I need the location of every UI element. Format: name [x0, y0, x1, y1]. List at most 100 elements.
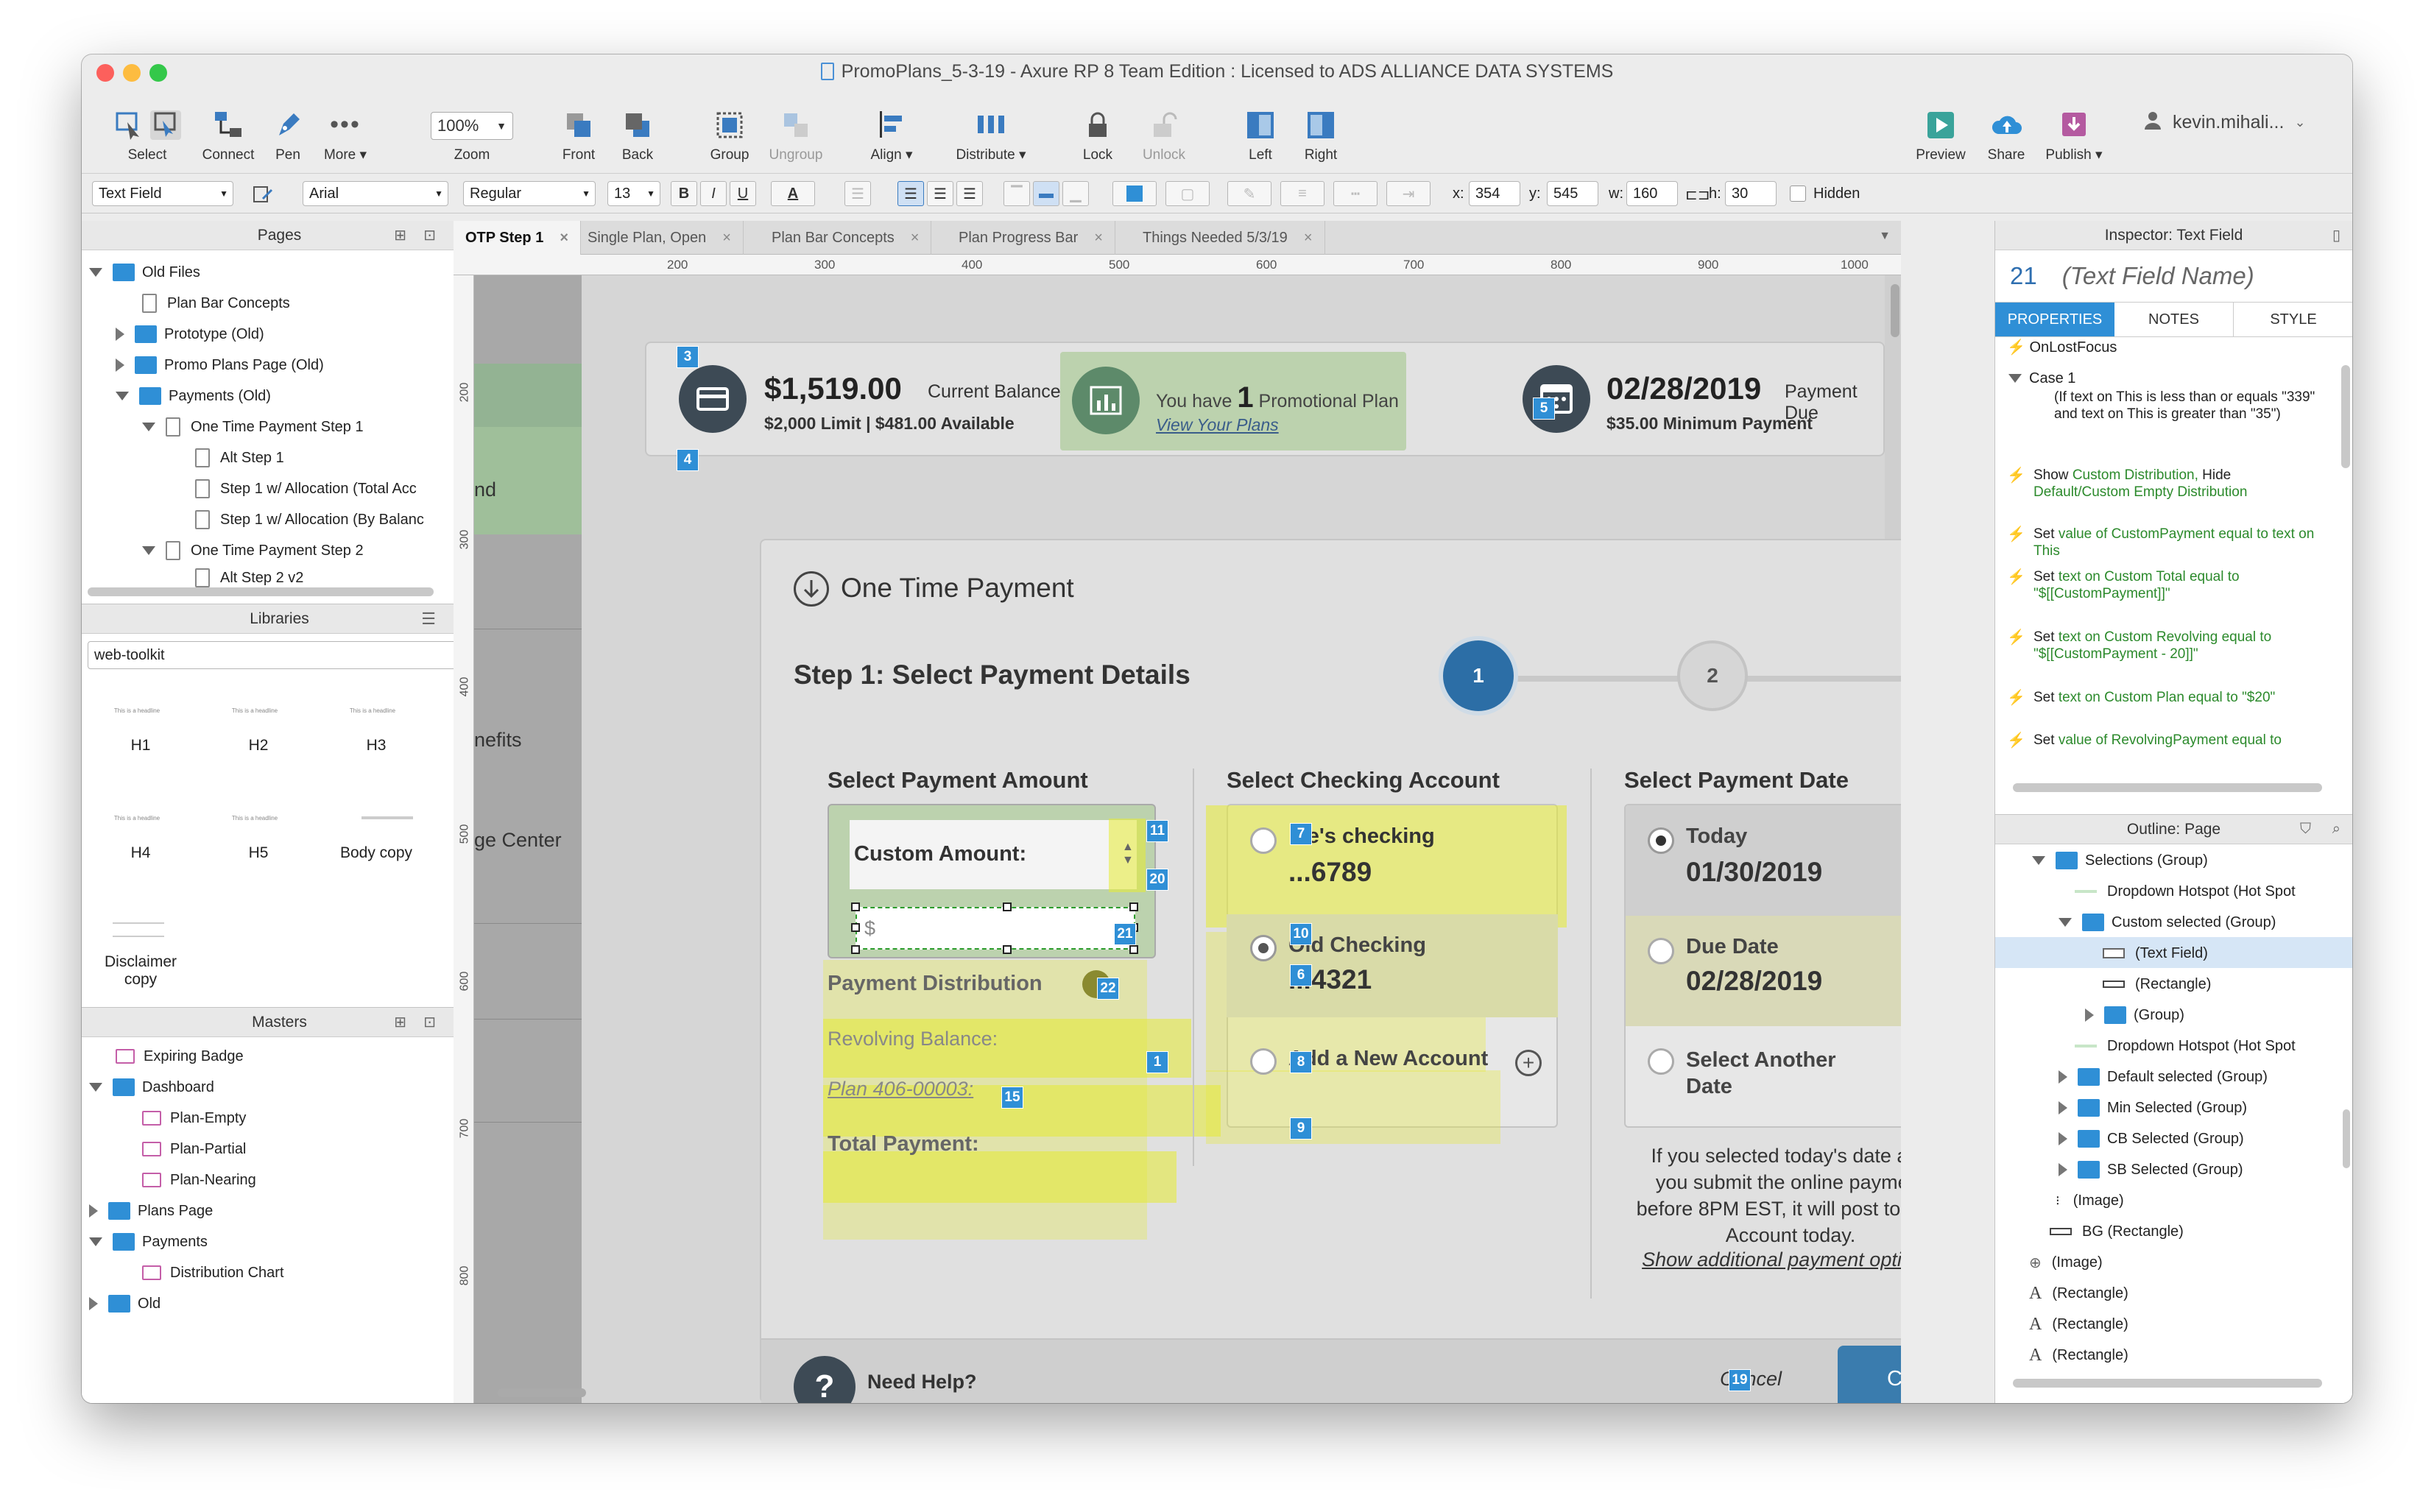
- view-left-button[interactable]: Left: [1235, 88, 1286, 174]
- footnote-badge[interactable]: 8: [1290, 1051, 1312, 1073]
- tree-item[interactable]: Step 1 w/ Allocation (By Balanc: [195, 505, 424, 534]
- tree-item[interactable]: Dashboard: [89, 1073, 214, 1102]
- outline-item[interactable]: ⊕ (Image): [2029, 1248, 2103, 1277]
- share-button[interactable]: Share: [1977, 88, 2036, 174]
- tree-item[interactable]: One Time Payment Step 2: [142, 536, 364, 565]
- resize-handle[interactable]: [1003, 902, 1012, 911]
- connect-tool[interactable]: Connect: [202, 88, 254, 174]
- footnote-badge[interactable]: 3: [677, 346, 699, 368]
- add-page-icon[interactable]: ⊞: [394, 226, 406, 244]
- tree-item[interactable]: Plan-Nearing: [142, 1165, 256, 1195]
- close-tab-icon[interactable]: ×: [911, 230, 920, 247]
- library-item-h4[interactable]: H4: [82, 844, 200, 862]
- footnote-badge[interactable]: 4: [677, 449, 699, 471]
- close-tab-icon[interactable]: ×: [1094, 230, 1103, 247]
- menu-icon[interactable]: ☰: [421, 610, 436, 629]
- library-item-disclaimer[interactable]: Disclaimer copy: [96, 953, 185, 989]
- outline-item[interactable]: (Text Field): [2103, 939, 2208, 968]
- outline-item[interactable]: Dropdown Hotspot (Hot Spot: [2075, 1031, 2296, 1061]
- zoom-control[interactable]: 100% ▼ Zoom: [428, 88, 516, 174]
- publish-menu[interactable]: Publish ▾: [2037, 88, 2111, 174]
- bring-front-button[interactable]: Front: [553, 88, 604, 174]
- footnote-badge[interactable]: 6: [1290, 964, 1312, 986]
- tabs-overflow-icon[interactable]: ▼: [1879, 230, 1891, 243]
- event-row[interactable]: ⚡ OnLostFocus: [2007, 339, 2341, 356]
- resize-handle[interactable]: [851, 902, 860, 911]
- tab-plan-progress-bar[interactable]: Plan Progress Bar ×: [947, 221, 1115, 255]
- tree-item[interactable]: Expiring Badge: [116, 1042, 244, 1071]
- tab-things-needed[interactable]: Things Needed 5/3/19 ×: [1131, 221, 1325, 255]
- canvas-vertical-scrollbar[interactable]: [1891, 284, 1899, 337]
- italic-button[interactable]: I: [700, 181, 727, 206]
- another-date-radio[interactable]: [1648, 1048, 1674, 1075]
- footnote-badge[interactable]: 5: [1533, 398, 1555, 420]
- plan-link[interactable]: Plan 406-00003:: [828, 1078, 973, 1101]
- font-weight-select[interactable]: Regular ▼: [463, 181, 596, 206]
- outline-item[interactable]: A (Rectangle): [2029, 1279, 2128, 1308]
- footnote-badge[interactable]: 15: [1001, 1087, 1023, 1109]
- close-tab-icon[interactable]: ×: [722, 230, 731, 247]
- design-canvas[interactable]: OTP Step 1 × Single Plan, Open × Plan Bar …: [454, 221, 1901, 1403]
- action-row[interactable]: Show Custom Distribution, Hide Default/C…: [2033, 467, 2328, 501]
- style-edit-icon[interactable]: [253, 184, 273, 208]
- inspector-scrollbar[interactable]: [2341, 365, 2350, 468]
- outline-item[interactable]: Custom selected (Group): [2059, 908, 2276, 937]
- today-radio[interactable]: [1648, 827, 1674, 854]
- tab-style[interactable]: STYLE: [2234, 303, 2352, 336]
- line-color-button[interactable]: ✎: [1227, 181, 1271, 206]
- resize-handle[interactable]: [1129, 945, 1138, 954]
- ungroup-button[interactable]: Ungroup: [759, 88, 833, 174]
- close-tab-icon[interactable]: ×: [560, 230, 568, 247]
- shadow-button[interactable]: ▢: [1165, 181, 1210, 206]
- resize-handle[interactable]: [1003, 945, 1012, 954]
- tree-item[interactable]: Plan-Partial: [142, 1134, 246, 1164]
- close-tab-icon[interactable]: ×: [1304, 230, 1313, 247]
- lock-button[interactable]: Lock: [1076, 88, 1120, 174]
- valign-bottom-icon[interactable]: ▁: [1062, 181, 1089, 206]
- fill-color-button[interactable]: [1112, 181, 1157, 206]
- footnote-badge[interactable]: 20: [1146, 869, 1168, 891]
- resize-handle[interactable]: [1129, 902, 1138, 911]
- outline-item[interactable]: BG (Rectangle): [2050, 1217, 2184, 1246]
- footnote-badge[interactable]: 1: [1146, 1051, 1168, 1073]
- align-center-icon[interactable]: ☰: [927, 181, 953, 206]
- search-icon[interactable]: ⌕: [2332, 821, 2340, 838]
- zoom-window-button[interactable]: [149, 64, 167, 82]
- add-account-radio[interactable]: [1250, 1048, 1277, 1075]
- outline-item[interactable]: A (Rectangle): [2029, 1310, 2128, 1339]
- tree-item[interactable]: Alt Step 2 v2: [195, 567, 303, 589]
- send-back-button[interactable]: Back: [612, 88, 663, 174]
- account-1-radio[interactable]: [1250, 827, 1277, 854]
- library-item-h2[interactable]: H2: [200, 737, 317, 755]
- footnote-badge[interactable]: 21: [1114, 923, 1136, 945]
- tree-item[interactable]: Payments: [89, 1227, 208, 1257]
- notes-page-icon[interactable]: ▯: [2332, 226, 2340, 244]
- align-right-icon[interactable]: ☰: [956, 181, 983, 206]
- library-item-body-copy[interactable]: Body copy: [317, 844, 435, 862]
- align-menu[interactable]: Align ▾: [862, 88, 921, 174]
- font-family-select[interactable]: Arial ▼: [303, 181, 448, 206]
- user-menu[interactable]: kevin.mihali... ⌄: [2143, 110, 2306, 135]
- inspector-h-scrollbar[interactable]: [2013, 783, 2322, 792]
- tree-item[interactable]: Plan Bar Concepts: [142, 289, 290, 318]
- tree-item[interactable]: Distribution Chart: [142, 1258, 284, 1287]
- line-style-button[interactable]: ┅: [1333, 181, 1377, 206]
- width-input[interactable]: 160: [1626, 181, 1678, 206]
- outline-item[interactable]: SB Selected (Group): [2059, 1155, 2243, 1184]
- x-position-input[interactable]: 354: [1469, 181, 1520, 206]
- group-button[interactable]: Group: [700, 88, 759, 174]
- tab-single-plan-open[interactable]: Single Plan, Open ×: [576, 221, 744, 255]
- add-folder-icon[interactable]: ⊡: [423, 226, 436, 244]
- font-size-select[interactable]: 13 ▼: [607, 181, 660, 206]
- footnote-badge[interactable]: 9: [1290, 1117, 1312, 1140]
- library-item-h5[interactable]: H5: [200, 844, 317, 862]
- outline-item[interactable]: CB Selected (Group): [2059, 1124, 2244, 1154]
- plus-circle-icon[interactable]: +: [1515, 1050, 1542, 1076]
- canvas-horizontal-scrollbar[interactable]: [498, 1388, 586, 1397]
- view-your-plans-link[interactable]: View Your Plans: [1156, 415, 1279, 435]
- add-account-label[interactable]: Add a New Account: [1288, 1047, 1488, 1071]
- outline-h-scrollbar[interactable]: [2013, 1379, 2322, 1388]
- library-select[interactable]: web-toolkit▼: [88, 641, 470, 669]
- tree-item[interactable]: Alt Step 1: [195, 443, 284, 473]
- resize-handle[interactable]: [851, 923, 860, 932]
